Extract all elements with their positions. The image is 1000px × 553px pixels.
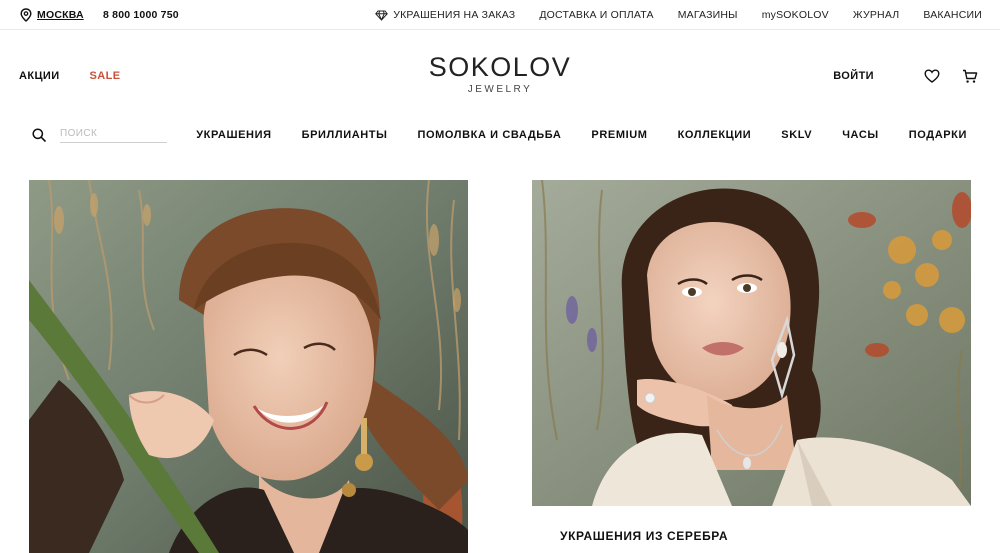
- site-header: АКЦИИ SALE SOKOLOV JEWELRY ВОЙТИ: [0, 30, 1000, 122]
- nav-item-jewelry[interactable]: УКРАШЕНИЯ: [196, 129, 271, 141]
- nav-item-collections[interactable]: КОЛЛЕКЦИИ: [678, 129, 752, 141]
- search-input[interactable]: [60, 126, 167, 143]
- login-button[interactable]: ВОЙТИ: [833, 70, 874, 82]
- cart-icon: [963, 69, 978, 83]
- promo-card-right[interactable]: [532, 180, 971, 506]
- favorites-button[interactable]: [922, 66, 942, 86]
- promo-photo-gold-earrings: [29, 180, 468, 553]
- category-menu: УКРАШЕНИЯ БРИЛЛИАНТЫ ПОМОЛВКА И СВАДЬБА …: [196, 129, 967, 141]
- top-link-mysokolov[interactable]: mySOKOLOV: [762, 9, 829, 21]
- main-nav: УКРАШЕНИЯ БРИЛЛИАНТЫ ПОМОЛВКА И СВАДЬБА …: [0, 122, 1000, 152]
- top-links: УКРАШЕНИЯ НА ЗАКАЗ ДОСТАВКА И ОПЛАТА МАГ…: [375, 9, 982, 21]
- top-link-delivery[interactable]: ДОСТАВКА И ОПЛАТА: [539, 9, 653, 21]
- top-bar: МОСКВА 8 800 1000 750 УКРАШЕНИЯ НА ЗАКАЗ…: [0, 0, 1000, 30]
- city-link[interactable]: МОСКВА: [37, 9, 84, 21]
- top-link-stores[interactable]: МАГАЗИНЫ: [678, 9, 738, 21]
- search-icon[interactable]: [32, 127, 46, 142]
- top-link-custom-jewelry[interactable]: УКРАШЕНИЯ НА ЗАКАЗ: [375, 9, 515, 21]
- promo-photo-silver-jewelry: [532, 180, 971, 506]
- top-link-label: УКРАШЕНИЯ НА ЗАКАЗ: [393, 9, 516, 21]
- promo-caption-silver[interactable]: УКРАШЕНИЯ ИЗ СЕРЕБРА: [560, 529, 728, 543]
- location-pin-icon: [20, 8, 32, 22]
- cart-button[interactable]: [960, 66, 980, 86]
- nav-item-watches[interactable]: ЧАСЫ: [842, 129, 879, 141]
- heart-icon: [924, 69, 940, 83]
- promo-card-left[interactable]: [29, 180, 468, 553]
- search-bar: [32, 126, 167, 143]
- model-photo-left: [29, 180, 468, 553]
- nav-item-premium[interactable]: PREMIUM: [591, 129, 647, 141]
- diamond-icon: [375, 10, 389, 21]
- nav-item-wedding[interactable]: ПОМОЛВКА И СВАДЬБА: [417, 129, 561, 141]
- nav-item-sklv[interactable]: SKLV: [781, 129, 812, 141]
- top-link-journal[interactable]: ЖУРНАЛ: [853, 9, 900, 21]
- phone-number[interactable]: 8 800 1000 750: [103, 9, 179, 21]
- header-actions: ВОЙТИ: [833, 66, 980, 86]
- city-selector[interactable]: МОСКВА: [20, 8, 84, 22]
- model-photo-right: [532, 180, 971, 506]
- top-link-vacancies[interactable]: ВАКАНСИИ: [923, 9, 982, 21]
- nav-item-gifts[interactable]: ПОДАРКИ: [909, 129, 967, 141]
- nav-item-diamonds[interactable]: БРИЛЛИАНТЫ: [302, 129, 388, 141]
